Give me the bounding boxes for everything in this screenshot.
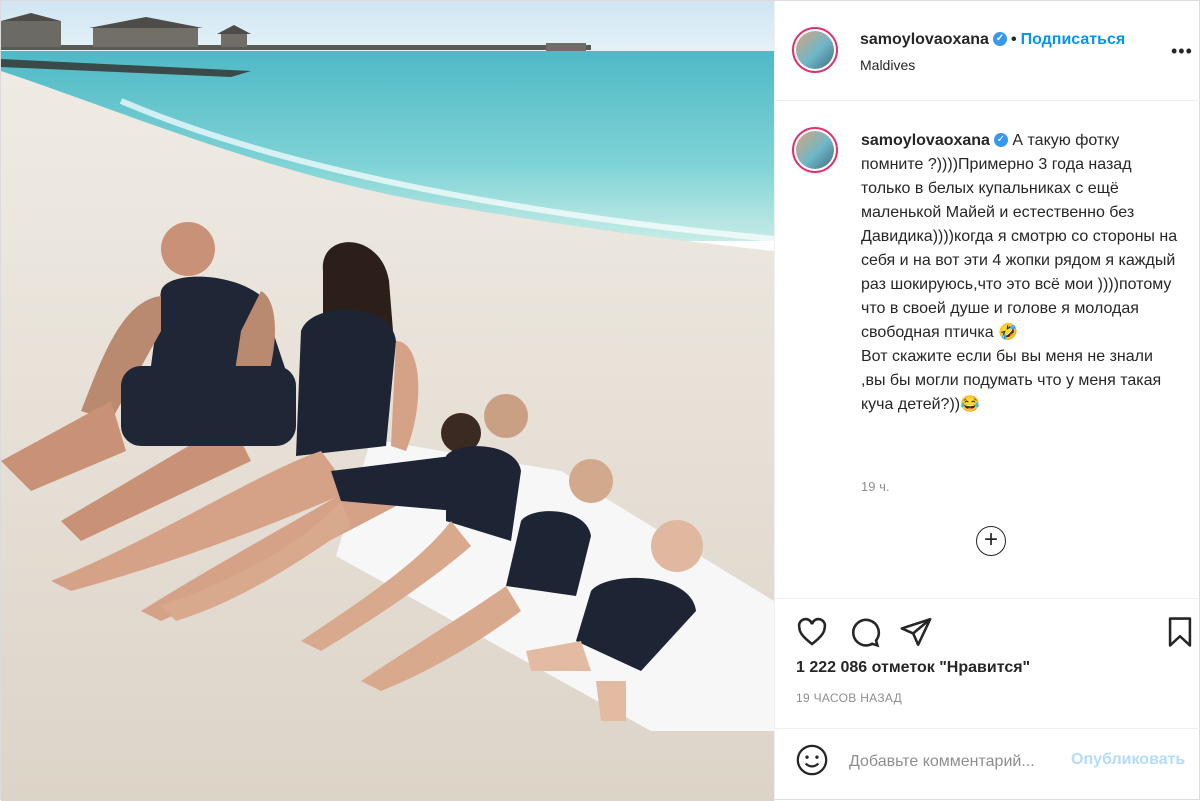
post-dialog: samoylovaoxana ✓ • Подписаться Maldives •••… [0, 0, 1200, 801]
caption-username[interactable]: samoylovaoxana [861, 132, 990, 149]
separator-dot: • [1010, 31, 1017, 48]
actions-section: 1 222 086 отметок "Нравится" 19 ЧАСОВ НА… [775, 598, 1200, 728]
share-icon[interactable] [899, 615, 933, 654]
comment-form: Опубликовать [775, 728, 1200, 801]
verified-icon: ✓ [993, 132, 1008, 147]
beach-family-photo [1, 1, 774, 801]
comment-input[interactable] [847, 749, 1071, 775]
follow-button[interactable]: Подписаться [1021, 31, 1126, 48]
more-options-button[interactable]: ••• [1171, 41, 1193, 62]
emoji-icon[interactable] [795, 743, 829, 782]
location-link[interactable]: Maldives [860, 57, 915, 73]
plus-circle-icon[interactable]: + [976, 526, 1006, 556]
caption: samoylovaoxana ✓ А такую фотку помните ?)… [861, 129, 1181, 417]
post-header: samoylovaoxana ✓ • Подписаться Maldives ••• [775, 1, 1200, 101]
likes-count[interactable]: 1 222 086 отметок "Нравится" [796, 659, 1030, 677]
verified-icon: ✓ [992, 31, 1007, 46]
post-sidebar: samoylovaoxana ✓ • Подписаться Maldives •••… [774, 1, 1200, 801]
post-photo[interactable] [1, 1, 774, 801]
caption-avatar[interactable] [792, 127, 838, 173]
caption-text: А такую фотку помните ?))))Примерно 3 го… [861, 132, 1178, 413]
bookmark-icon[interactable] [1163, 615, 1197, 654]
comment-icon[interactable] [847, 615, 881, 654]
heart-icon[interactable] [795, 615, 829, 654]
publish-button[interactable]: Опубликовать [1071, 751, 1185, 769]
header-username[interactable]: samoylovaoxana [860, 31, 989, 48]
header-user-line: samoylovaoxana ✓ • Подписаться [860, 31, 1125, 49]
caption-time[interactable]: 19 ч. [861, 479, 889, 494]
avatar[interactable] [792, 27, 838, 73]
comments-area: samoylovaoxana ✓ А такую фотку помните ?)… [775, 101, 1200, 598]
posted-time[interactable]: 19 ЧАСОВ НАЗАД [796, 691, 902, 705]
